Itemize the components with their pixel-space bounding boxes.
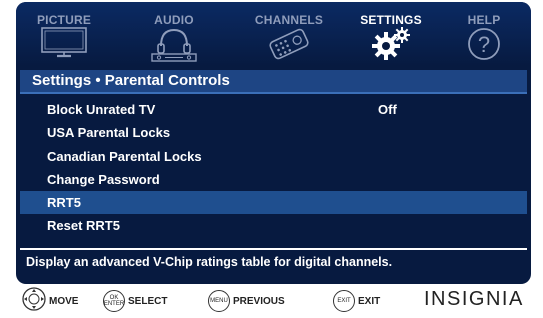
menu-item-canadian-parental-locks[interactable]: Canadian Parental Locks — [20, 145, 527, 168]
menu-item-reset-rrt5[interactable]: Reset RRT5 — [20, 214, 527, 237]
previous-label: PREVIOUS — [233, 295, 285, 307]
gears-icon — [366, 26, 416, 67]
select-label: SELECT — [128, 295, 168, 307]
menu-item-usa-parental-locks[interactable]: USA Parental Locks — [20, 121, 527, 144]
tab-label: CHANNELS — [254, 13, 324, 27]
menu-item-label: Reset RRT5 — [47, 218, 120, 234]
tab-label: PICTURE — [36, 13, 92, 27]
menu-header: Settings • Parental Controls — [20, 70, 527, 92]
tab-label: AUDIO — [154, 13, 194, 27]
tab-settings[interactable]: SETTINGS — [352, 2, 430, 66]
speaker-icon — [149, 26, 199, 67]
svg-text:?: ? — [478, 32, 490, 57]
tab-audio[interactable]: AUDIO — [129, 2, 219, 66]
satellite-icon — [261, 26, 317, 67]
ok-enter-key-icon: OK ENTER — [103, 290, 125, 312]
menu-key-icon: MENU — [208, 290, 230, 312]
tab-bar: PICTURE AUDIO CHANNELS SETTINGS HELP ? — [16, 2, 531, 66]
menu-item-label: Canadian Parental Locks — [47, 148, 202, 164]
tab-label: HELP — [467, 13, 501, 27]
move-hint: MOVE — [22, 286, 79, 316]
tv-icon — [39, 26, 89, 65]
dpad-icon — [22, 286, 46, 316]
enter-key-text: ENTER — [103, 301, 125, 307]
page-title: Settings • Parental Controls — [32, 72, 230, 89]
header-divider — [20, 92, 527, 94]
question-icon: ? — [466, 26, 502, 67]
menu-item-change-password[interactable]: Change Password — [20, 168, 527, 191]
menu-item-rrt5[interactable]: RRT5 — [20, 191, 527, 215]
tab-channels[interactable]: CHANNELS — [244, 2, 334, 66]
tab-help[interactable]: HELP ? — [444, 2, 524, 66]
menu-item-block-unrated-tv[interactable]: Block Unrated TV Off — [20, 98, 527, 121]
select-hint: OK ENTER SELECT — [103, 288, 167, 314]
help-text: Display an advanced V-Chip ratings table… — [26, 255, 393, 269]
tab-picture[interactable]: PICTURE — [24, 2, 104, 66]
exit-key-icon: EXIT — [333, 290, 355, 312]
tab-label: SETTINGS — [360, 13, 422, 27]
tv-menu-screen: PICTURE AUDIO CHANNELS SETTINGS HELP ? S… — [16, 2, 531, 284]
menu-list: Block Unrated TV Off USA Parental Locks … — [20, 98, 527, 238]
menu-item-label: Change Password — [47, 171, 160, 187]
exit-label: EXIT — [358, 295, 381, 307]
menu-item-value: Off — [378, 102, 397, 117]
menu-item-label: USA Parental Locks — [47, 125, 171, 141]
help-divider — [20, 248, 527, 250]
exit-hint: EXIT EXIT — [333, 288, 380, 314]
previous-hint: MENU PREVIOUS — [208, 288, 285, 314]
move-label: MOVE — [49, 295, 79, 307]
menu-item-label: RRT5 — [47, 195, 81, 211]
menu-item-label: Block Unrated TV — [47, 102, 156, 117]
brand-logo: INSIGNIA — [424, 288, 524, 310]
